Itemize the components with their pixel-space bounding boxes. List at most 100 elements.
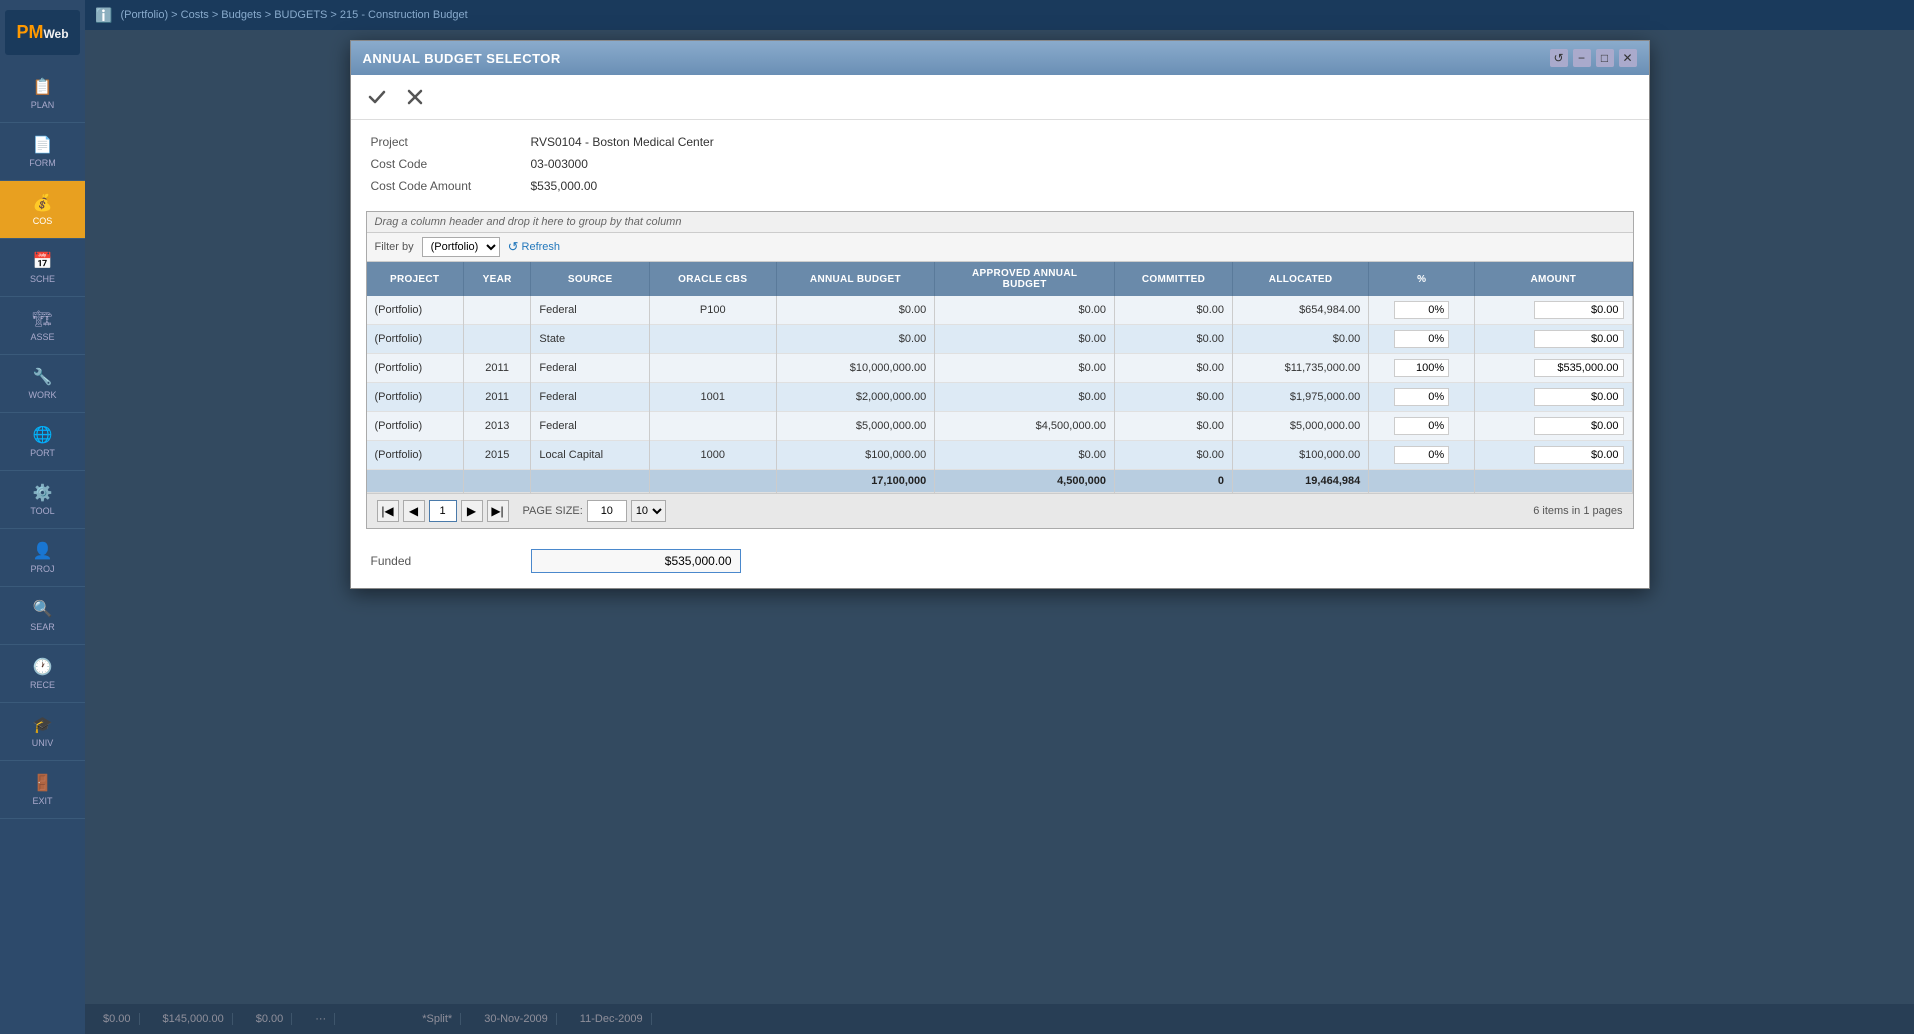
page-size-select[interactable]: 10 25 50 bbox=[631, 500, 666, 522]
project-value: RVS0104 - Boston Medical Center bbox=[531, 135, 714, 149]
page-size-label: PAGE SIZE: bbox=[523, 505, 583, 517]
page-size-input[interactable] bbox=[587, 500, 627, 522]
sidebar-item-search[interactable]: 🔍 SEAR bbox=[0, 587, 85, 645]
form-section: Project RVS0104 - Boston Medical Center … bbox=[351, 120, 1649, 211]
sidebar-item-recent[interactable]: 🕐 RECE bbox=[0, 645, 85, 703]
percent-input[interactable] bbox=[1394, 417, 1449, 435]
percent-input[interactable] bbox=[1394, 330, 1449, 348]
funded-label: Funded bbox=[371, 554, 531, 568]
app-logo: PMWeb bbox=[5, 10, 80, 55]
sidebar-item-portfolio[interactable]: 🌐 PORT bbox=[0, 413, 85, 471]
schedule-icon: 📅 bbox=[33, 251, 53, 271]
amount-input[interactable] bbox=[1534, 330, 1624, 348]
sidebar-item-assets[interactable]: 🏗 ASSE bbox=[0, 297, 85, 355]
filter-label: Filter by bbox=[375, 241, 414, 253]
percent-input[interactable] bbox=[1394, 388, 1449, 406]
filter-select[interactable]: (Portfolio) bbox=[422, 237, 500, 257]
table-row[interactable]: (Portfolio)2011Federal1001$2,000,000.00$… bbox=[367, 383, 1633, 412]
col-allocated: ALLOCATED bbox=[1233, 262, 1369, 296]
projects-icon: 👤 bbox=[33, 541, 53, 561]
col-source: SOURCE bbox=[531, 262, 650, 296]
col-approved-annual-budget: APPROVED ANNUALBUDGET bbox=[935, 262, 1115, 296]
amount-input[interactable] bbox=[1534, 388, 1624, 406]
info-icon: ℹ️ bbox=[95, 7, 112, 24]
sidebar-label-projects: PROJ bbox=[30, 564, 54, 574]
sidebar-item-work[interactable]: 🔧 WORK bbox=[0, 355, 85, 413]
sidebar-label-search: SEAR bbox=[30, 622, 55, 632]
table-row[interactable]: (Portfolio)FederalP100$0.00$0.00$0.00$65… bbox=[367, 296, 1633, 325]
col-oracle-cbs: ORACLE CBS bbox=[649, 262, 776, 296]
amount-input[interactable] bbox=[1534, 446, 1624, 464]
table-row[interactable]: (Portfolio)2015Local Capital1000$100,000… bbox=[367, 441, 1633, 470]
cost-code-row: Cost Code 03-003000 bbox=[371, 157, 1629, 171]
col-project: PROJECT bbox=[367, 262, 464, 296]
cancel-button[interactable] bbox=[401, 83, 429, 111]
modal-controls: ↺ − □ ✕ bbox=[1550, 49, 1637, 67]
modal-refresh-button[interactable]: ↺ bbox=[1550, 49, 1568, 67]
topbar: ℹ️ (Portfolio) > Costs > Budgets > BUDGE… bbox=[85, 0, 1914, 30]
modal-maximize-button[interactable]: □ bbox=[1596, 49, 1614, 67]
modal-minimize-button[interactable]: − bbox=[1573, 49, 1591, 67]
drag-hint: Drag a column header and drop it here to… bbox=[367, 212, 1633, 233]
sidebar-label-univ: UNIV bbox=[32, 738, 54, 748]
modal-overlay: ANNUAL BUDGET SELECTOR ↺ − □ ✕ Project R… bbox=[85, 30, 1914, 1034]
table-row[interactable]: (Portfolio)2013Federal$5,000,000.00$4,50… bbox=[367, 412, 1633, 441]
modal-close-button[interactable]: ✕ bbox=[1619, 49, 1637, 67]
table-row[interactable]: (Portfolio)2011Federal$10,000,000.00$0.0… bbox=[367, 354, 1633, 383]
sidebar-item-univ[interactable]: 🎓 UNIV bbox=[0, 703, 85, 761]
sidebar-item-plans[interactable]: 📋 PLAN bbox=[0, 65, 85, 123]
costs-icon: 💰 bbox=[33, 193, 53, 213]
sidebar-item-schedule[interactable]: 📅 SCHE bbox=[0, 239, 85, 297]
pagination-left: |◀ ◀ ▶ ▶| PAGE SIZE: 10 25 50 bbox=[377, 500, 666, 522]
sidebar-item-costs[interactable]: 💰 COS bbox=[0, 181, 85, 239]
amount-input[interactable] bbox=[1534, 359, 1624, 377]
next-page-button[interactable]: ▶ bbox=[461, 500, 483, 522]
project-row: Project RVS0104 - Boston Medical Center bbox=[371, 135, 1629, 149]
sidebar-item-forms[interactable]: 📄 FORM bbox=[0, 123, 85, 181]
breadcrumb: (Portfolio) > Costs > Budgets > BUDGETS … bbox=[120, 9, 467, 21]
confirm-button[interactable] bbox=[363, 83, 391, 111]
cost-code-amount-label: Cost Code Amount bbox=[371, 179, 531, 193]
sidebar-label-forms: FORM bbox=[29, 158, 56, 168]
amount-input[interactable] bbox=[1534, 417, 1624, 435]
funded-section: Funded bbox=[351, 539, 1649, 588]
col-year: YEAR bbox=[463, 262, 531, 296]
last-page-button[interactable]: ▶| bbox=[487, 500, 509, 522]
portfolio-icon: 🌐 bbox=[33, 425, 53, 445]
sidebar-item-projects[interactable]: 👤 PROJ bbox=[0, 529, 85, 587]
sidebar-label-costs: COS bbox=[33, 216, 53, 226]
pagination-info: 6 items in 1 pages bbox=[1533, 505, 1622, 517]
logo-text: PMWeb bbox=[16, 22, 68, 43]
col-amount: AMOUNT bbox=[1475, 262, 1632, 296]
percent-input[interactable] bbox=[1394, 301, 1449, 319]
col-percent: % bbox=[1369, 262, 1475, 296]
modal-header: ANNUAL BUDGET SELECTOR ↺ − □ ✕ bbox=[351, 41, 1649, 75]
plans-icon: 📋 bbox=[33, 77, 53, 97]
univ-icon: 🎓 bbox=[33, 715, 53, 735]
first-page-button[interactable]: |◀ bbox=[377, 500, 399, 522]
sidebar-label-work: WORK bbox=[29, 390, 57, 400]
percent-input[interactable] bbox=[1394, 359, 1449, 377]
action-bar bbox=[351, 75, 1649, 120]
sidebar-label-exit: EXIT bbox=[32, 796, 52, 806]
cost-code-label: Cost Code bbox=[371, 157, 531, 171]
funded-input[interactable] bbox=[531, 549, 741, 573]
sidebar-item-exit[interactable]: 🚪 EXIT bbox=[0, 761, 85, 819]
refresh-button[interactable]: ↺ Refresh bbox=[508, 239, 560, 255]
sidebar-item-tools[interactable]: ⚙️ TOOL bbox=[0, 471, 85, 529]
refresh-icon: ↺ bbox=[508, 239, 519, 255]
forms-icon: 📄 bbox=[33, 135, 53, 155]
amount-input[interactable] bbox=[1534, 301, 1624, 319]
recent-icon: 🕐 bbox=[33, 657, 53, 677]
budget-table: PROJECT YEAR SOURCE ORACLE CBS ANNUAL BU… bbox=[367, 262, 1633, 493]
table-row[interactable]: (Portfolio)State$0.00$0.00$0.00$0.00 bbox=[367, 325, 1633, 354]
col-annual-budget: ANNUAL BUDGET bbox=[776, 262, 935, 296]
percent-input[interactable] bbox=[1394, 446, 1449, 464]
current-page-input[interactable] bbox=[429, 500, 457, 522]
table-header-row: PROJECT YEAR SOURCE ORACLE CBS ANNUAL BU… bbox=[367, 262, 1633, 296]
sidebar-label-plans: PLAN bbox=[31, 100, 55, 110]
tools-icon: ⚙️ bbox=[33, 483, 53, 503]
sidebar: PMWeb 📋 PLAN 📄 FORM 💰 COS 📅 SCHE 🏗 ASSE … bbox=[0, 0, 85, 1034]
prev-page-button[interactable]: ◀ bbox=[403, 500, 425, 522]
totals-row: 17,100,0004,500,000019,464,984 bbox=[367, 470, 1633, 493]
